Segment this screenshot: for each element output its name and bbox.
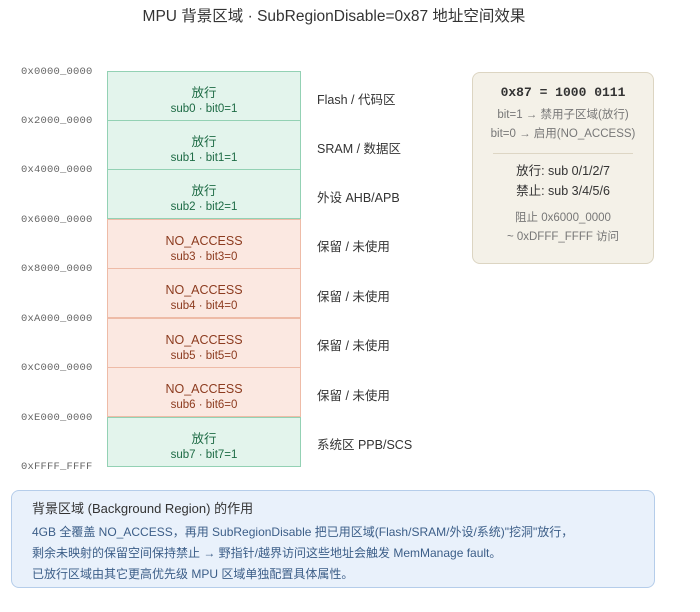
subregion-label: sub6 · bit6=0	[170, 399, 238, 411]
note-line-3: 已放行区域由其它更高优先级 MPU 区域单独配置具体属性。	[32, 567, 354, 581]
region-name: 保留 / 未使用	[317, 240, 390, 254]
note-heading: 背景区域 (Background Region) 的作用	[32, 501, 254, 516]
subregion-label: sub2 · bit2=1	[170, 201, 238, 213]
subregion-status: NO_ACCESS	[165, 283, 243, 297]
subregion-status: NO_ACCESS	[165, 234, 243, 248]
subregion-label: sub3 · bit3=0	[170, 251, 238, 263]
address-label: 0xA000_0000	[21, 313, 93, 325]
subregion-block: NO_ACCESS sub3 · bit3=0	[107, 219, 301, 269]
subregion-label: sub4 · bit4=0	[170, 300, 238, 312]
diagram-title: MPU 背景区域 · SubRegionDisable=0x87 地址空间效果	[142, 8, 526, 25]
subregion-status: 放行	[191, 135, 217, 149]
note-line-1: 4GB 全覆盖 NO_ACCESS，再用 SubRegionDisable 把已…	[32, 525, 574, 539]
subregion-block: NO_ACCESS sub5 · bit5=0	[107, 318, 301, 368]
subregion-status: NO_ACCESS	[165, 382, 243, 396]
subregion-label: sub1 · bit1=1	[170, 152, 238, 164]
address-label: 0x8000_0000	[21, 263, 93, 275]
subregion-block: NO_ACCESS sub6 · bit6=0	[107, 367, 301, 417]
subregion-status: NO_ACCESS	[165, 333, 243, 347]
note-line-2: 剩余未映射的保留空间保持禁止 → 野指针/越界访问这些地址会触发 MemMana…	[32, 546, 502, 560]
subregion-status: 放行	[191, 184, 217, 198]
address-label: 0x6000_0000	[21, 214, 93, 226]
info-panel: 0x87 = 1000 0111 bit=1 → 禁用子区域(放行) bit=0…	[472, 72, 654, 264]
address-label: 0xC000_0000	[21, 362, 93, 374]
info-block-1: 阻止 0x6000_0000	[515, 212, 611, 224]
region-name: 保留 / 未使用	[317, 389, 390, 403]
region-name: 外设 AHB/APB	[317, 191, 400, 205]
region-name: Flash / 代码区	[317, 93, 396, 107]
info-code: 0x87 = 1000 0111	[500, 85, 626, 100]
region-name: 系统区 PPB/SCS	[317, 438, 413, 452]
subregion-block: 放行 sub7 · bit7=1	[107, 417, 301, 467]
subregion-block: 放行 sub2 · bit2=1	[107, 169, 301, 219]
info-block-2: ~ 0xDFFF_FFFF 访问	[506, 231, 620, 243]
address-label: 0x2000_0000	[21, 115, 93, 127]
address-label: 0xE000_0000	[21, 412, 93, 424]
note-box: 背景区域 (Background Region) 的作用 4GB 全覆盖 NO_…	[11, 490, 655, 588]
info-rule-2: bit=0 → 启用(NO_ACCESS)	[490, 128, 636, 140]
subregion-block: 放行 sub1 · bit1=1	[107, 120, 301, 170]
info-divider	[493, 153, 633, 154]
subregion-status: 放行	[191, 432, 217, 446]
address-label: 0x0000_0000	[21, 66, 93, 78]
info-denied: 禁止: sub 3/4/5/6	[516, 184, 610, 198]
address-label: 0xFFFF_FFFF	[21, 461, 93, 473]
subregion-block: NO_ACCESS sub4 · bit4=0	[107, 268, 301, 318]
region-name: 保留 / 未使用	[317, 290, 390, 304]
region-name: 保留 / 未使用	[317, 339, 390, 353]
info-rule-1: bit=1 → 禁用子区域(放行)	[497, 109, 629, 121]
subregion-label: sub7 · bit7=1	[170, 449, 238, 461]
subregion-status: 放行	[191, 86, 217, 100]
subregion-label: sub0 · bit0=1	[170, 103, 238, 115]
subregion-block: 放行 sub0 · bit0=1	[107, 71, 301, 121]
info-allowed: 放行: sub 0/1/2/7	[516, 164, 610, 178]
subregion-label: sub5 · bit5=0	[170, 350, 238, 362]
address-label: 0x4000_0000	[21, 164, 93, 176]
region-name: SRAM / 数据区	[317, 142, 402, 156]
